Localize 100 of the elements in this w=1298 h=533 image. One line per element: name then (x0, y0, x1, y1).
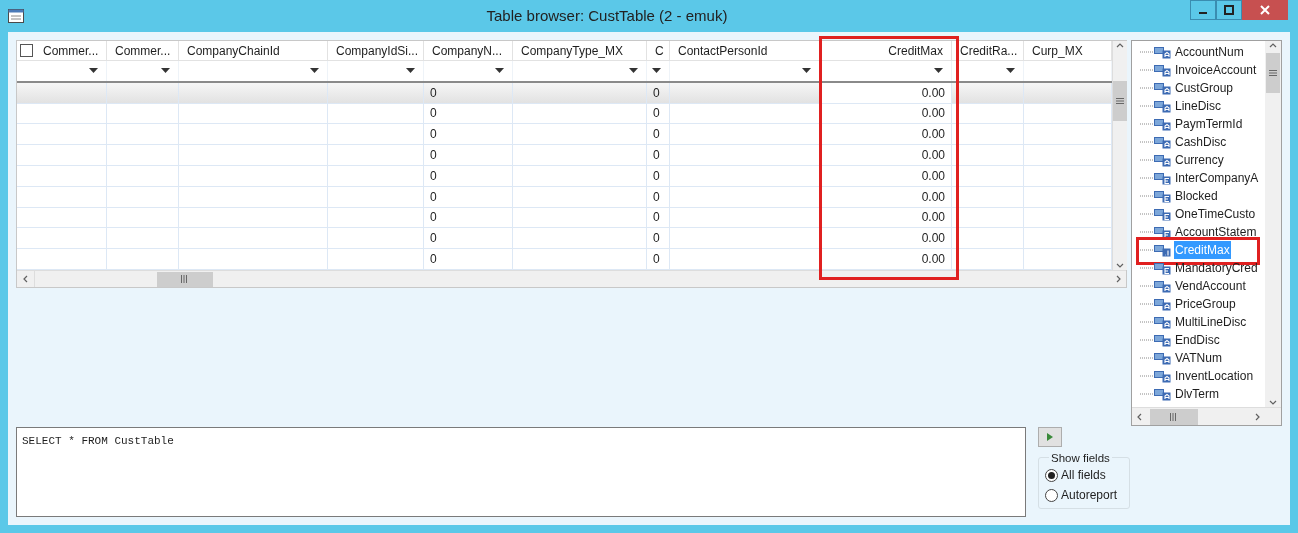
filter-dropdown-icon[interactable] (310, 68, 319, 74)
horizontal-scrollbar-thumb[interactable] (1150, 408, 1198, 425)
column-header[interactable]: ContactPersonId (670, 41, 820, 61)
window-icon[interactable] (8, 9, 24, 23)
table-cell-text: 0 (430, 126, 437, 144)
tree-item[interactable]: VATNum (1174, 349, 1223, 367)
tree-connector-icon (1140, 303, 1154, 305)
radio-option[interactable]: Autoreport (1045, 486, 1123, 504)
radio-button[interactable] (1045, 468, 1058, 482)
minimize-icon (1199, 12, 1207, 14)
select-all-checkbox[interactable] (19, 44, 33, 57)
grid-row[interactable]: 0 0 0.00 (17, 124, 1112, 146)
tree-item[interactable]: AccountStatem (1174, 223, 1258, 241)
column-header[interactable]: CreditRa... (952, 41, 1024, 61)
table-cell-text: 0 (430, 105, 437, 123)
grid-row[interactable]: 0 0 0.00 (17, 186, 1112, 208)
tree-item[interactable]: PaymTermId (1174, 115, 1244, 133)
tree-item[interactable]: CustGroup (1174, 79, 1235, 97)
grid-row[interactable]: 0 0 0.00 (17, 145, 1112, 166)
number-field-icon (1154, 243, 1171, 257)
table-cell-text: 0 (430, 251, 437, 269)
filter-dropdown-icon[interactable] (495, 68, 504, 74)
tree-connector-icon (1140, 339, 1154, 341)
filter-dropdown-icon[interactable] (802, 68, 811, 74)
table-cell-text: 0.00 (921, 105, 945, 123)
column-header[interactable]: CreditMax (820, 41, 952, 61)
filter-dropdown-icon[interactable] (406, 68, 415, 74)
radio-option[interactable]: All fields (1045, 466, 1123, 484)
vertical-scrollbar-thumb[interactable] (1113, 81, 1127, 121)
table-cell-text: 0.00 (921, 84, 945, 102)
tree-item[interactable]: InterCompanyA (1174, 169, 1260, 187)
tree-item[interactable]: DlvTerm (1174, 385, 1220, 403)
table-cell-text: 0 (430, 188, 437, 206)
tree-item[interactable]: Currency (1174, 151, 1225, 169)
column-header[interactable]: CompanyType_MX (513, 41, 647, 61)
play-icon (1047, 433, 1053, 441)
radio-button[interactable] (1045, 488, 1058, 502)
tree-connector-icon (1140, 87, 1154, 89)
tree-item[interactable]: Blocked (1174, 187, 1219, 205)
table-cell-text: 0 (430, 84, 437, 102)
tree-connector-icon (1140, 375, 1154, 377)
tree-item[interactable]: AccountNum (1174, 43, 1245, 61)
vertical-scrollbar-thumb[interactable] (1266, 53, 1280, 93)
maximize-button[interactable] (1216, 0, 1242, 20)
horizontal-scrollbar-thumb[interactable] (157, 271, 213, 287)
table-cell-text: 0 (653, 147, 660, 165)
enum-field-icon (1154, 207, 1171, 221)
tree-item[interactable]: PriceGroup (1174, 295, 1237, 313)
tree-item[interactable]: VendAccount (1174, 277, 1247, 295)
tree-item[interactable]: MandatoryCred (1174, 259, 1259, 277)
tree-item[interactable]: MultiLineDisc (1174, 313, 1248, 331)
tree-connector-icon (1140, 393, 1154, 395)
close-button[interactable] (1242, 0, 1288, 20)
grid-row[interactable]: 0 0 0.00 (17, 228, 1112, 250)
table-cell-text: 0 (653, 230, 660, 248)
table-cell-text: 0 (653, 167, 660, 185)
enum-field-icon (1154, 225, 1171, 239)
tree-connector-icon (1140, 249, 1154, 251)
filter-dropdown-icon[interactable] (934, 68, 943, 74)
filter-dropdown-icon[interactable] (629, 68, 638, 74)
table-cell-text: 0.00 (921, 188, 945, 206)
grid-row[interactable]: 0 0 0.00 (17, 82, 1112, 104)
column-header[interactable]: CompanyChainId (179, 41, 328, 61)
filter-dropdown-icon[interactable] (652, 68, 661, 74)
column-header[interactable]: CompanyN... (424, 41, 513, 61)
text-field-icon (1154, 45, 1171, 59)
table-cell-text: 0.00 (921, 251, 945, 269)
filter-dropdown-icon[interactable] (161, 68, 170, 74)
tree-item[interactable]: CashDisc (1174, 133, 1228, 151)
tree-item[interactable]: LineDisc (1174, 97, 1223, 115)
column-header[interactable]: C (647, 41, 670, 61)
grid-row[interactable]: 0 0 0.00 (17, 103, 1112, 125)
tree-item[interactable]: OneTimeCusto (1174, 205, 1257, 223)
column-header[interactable]: Commer... (107, 41, 179, 61)
minimize-button[interactable] (1190, 0, 1216, 20)
text-field-icon (1154, 351, 1171, 365)
tree-connector-icon (1140, 141, 1154, 143)
tree-item[interactable]: InvoiceAccount (1174, 61, 1258, 79)
maximize-icon (1224, 5, 1234, 15)
tree-connector-icon (1140, 267, 1154, 269)
table-cell-text: 0.00 (921, 147, 945, 165)
filter-dropdown-icon[interactable] (89, 68, 98, 74)
filter-dropdown-icon[interactable] (1006, 68, 1015, 74)
grid-row[interactable]: 0 0 0.00 (17, 166, 1112, 187)
enum-field-icon (1154, 261, 1171, 275)
grid-row[interactable]: 0 0 0.00 (17, 207, 1112, 229)
tree-item[interactable]: InventLocation (1174, 367, 1255, 385)
text-field-icon (1154, 135, 1171, 149)
tree-connector-icon (1140, 213, 1154, 215)
tree-item[interactable]: EndDisc (1174, 331, 1221, 349)
run-button[interactable] (1038, 427, 1062, 447)
query-field[interactable]: SELECT * FROM CustTable (16, 427, 1026, 517)
grid-row[interactable]: 0 0 0.00 (17, 249, 1112, 270)
table-cell-text: 0 (653, 84, 660, 102)
column-header[interactable]: CompanyIdSi... (328, 41, 424, 61)
text-field-icon (1154, 297, 1171, 311)
table-cell-text: 0.00 (921, 126, 945, 144)
column-header[interactable]: Commer... (35, 41, 107, 61)
text-field-icon (1154, 387, 1171, 401)
tree-connector-icon (1140, 357, 1154, 359)
